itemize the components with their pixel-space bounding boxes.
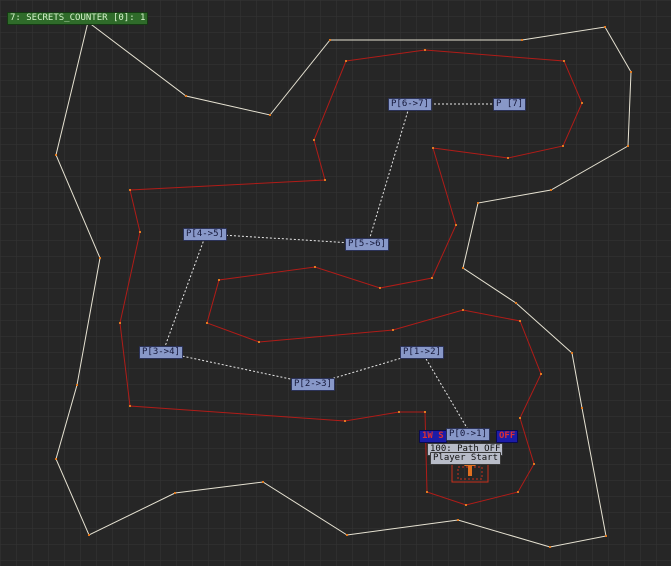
- map-viewport[interactable]: 7: SECRETS_COUNTER [0]: 1 P[6->7] P [7] …: [0, 0, 671, 566]
- path-label-3-4[interactable]: P[3->4]: [139, 346, 183, 359]
- path-label-4-5[interactable]: P[4->5]: [183, 228, 227, 241]
- player-start-label[interactable]: Player Start: [430, 452, 502, 465]
- path-label-5-6[interactable]: P[5->6]: [345, 238, 389, 251]
- switch-tag-state[interactable]: OFF: [496, 430, 519, 443]
- path-label-0-1[interactable]: P[0->1]: [446, 428, 490, 441]
- sector-tag[interactable]: 7: SECRETS_COUNTER [0]: 1: [7, 12, 149, 25]
- path-label-2-3[interactable]: P[2->3]: [291, 378, 335, 391]
- path-label-1-2[interactable]: P[1->2]: [400, 346, 444, 359]
- switch-tag[interactable]: 1W S: [419, 430, 447, 443]
- path-label-6-7[interactable]: P[6->7]: [388, 98, 432, 111]
- path-label-7[interactable]: P [7]: [493, 98, 527, 111]
- map-grid: [0, 0, 671, 566]
- map-canvas[interactable]: [0, 0, 671, 566]
